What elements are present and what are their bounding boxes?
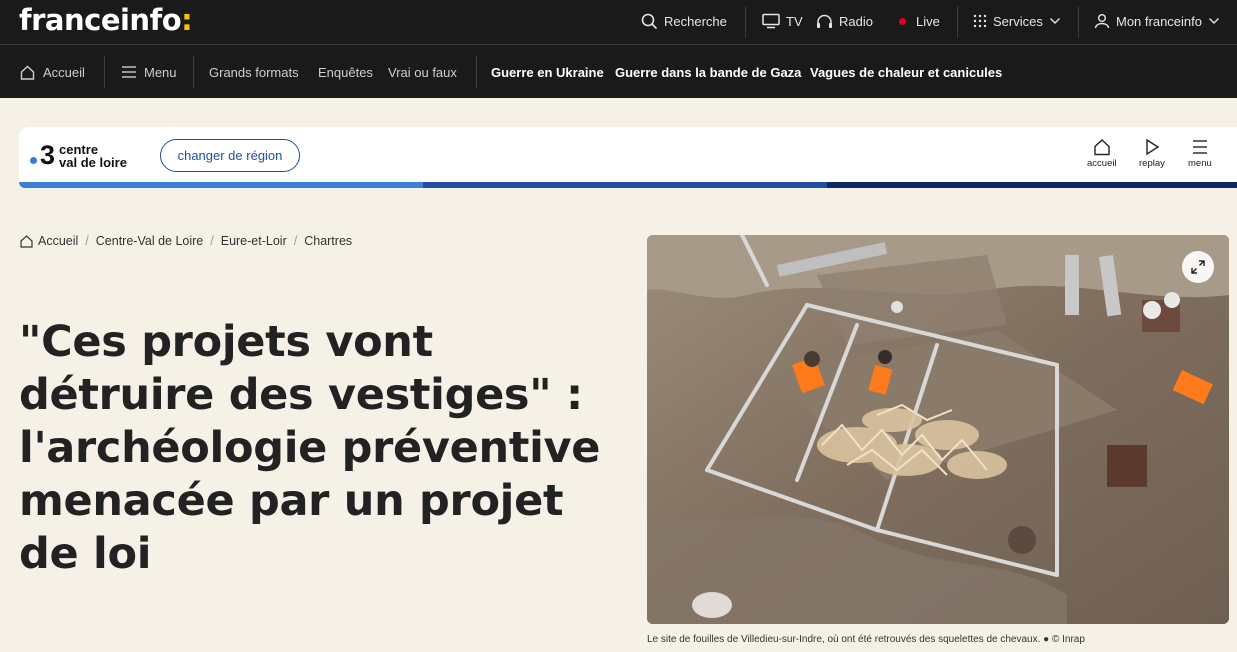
headphones-icon — [817, 14, 832, 28]
region-stripe-medium — [423, 182, 828, 188]
chevron-down-icon — [1049, 18, 1060, 24]
home-icon — [20, 65, 35, 80]
breadcrumb-separator: / — [85, 234, 89, 248]
top-navigation: franceinfo: Recherche TV Radio Live Serv… — [0, 0, 1237, 98]
region-menu-button[interactable]: menu — [1188, 138, 1212, 169]
topic-link-gaza[interactable]: Guerre dans la bande de Gaza — [615, 46, 801, 98]
tv-button[interactable]: TV — [762, 0, 803, 42]
tv-icon — [762, 13, 780, 29]
radio-label: Radio — [839, 13, 873, 29]
grid-icon — [973, 14, 987, 28]
article-photo[interactable] — [647, 235, 1229, 624]
region-stripe-dark — [827, 182, 1237, 188]
divider — [476, 56, 477, 88]
hamburger-icon — [1192, 140, 1207, 154]
expand-icon — [1191, 260, 1205, 274]
region-home-label: accueil — [1087, 158, 1117, 169]
region-menu-label: menu — [1188, 158, 1212, 169]
nav-link-vrai-ou-faux[interactable]: Vrai ou faux — [388, 46, 457, 98]
nav-link-grands-formats[interactable]: Grands formats — [209, 46, 299, 98]
live-button[interactable]: Live — [899, 0, 940, 42]
region-stripe-light — [19, 182, 423, 188]
radio-button[interactable]: Radio — [816, 0, 873, 42]
search-label: Recherche — [664, 13, 727, 29]
account-dropdown[interactable]: Mon franceinfo — [1094, 0, 1220, 42]
services-dropdown[interactable]: Services — [973, 0, 1061, 42]
region-name: centre val de loire — [59, 143, 127, 169]
home-icon — [1094, 139, 1110, 156]
services-label: Services — [993, 13, 1043, 29]
menu-button[interactable]: Menu — [122, 46, 177, 98]
breadcrumb-item[interactable]: Accueil — [38, 234, 78, 248]
menu-label: Menu — [144, 64, 177, 80]
divider — [193, 56, 194, 88]
region-home-button[interactable]: accueil — [1087, 138, 1117, 169]
region-name-line1: centre — [59, 141, 99, 157]
breadcrumb-separator: / — [210, 234, 214, 248]
home-label: Accueil — [43, 64, 85, 80]
region-replay-button[interactable]: replay — [1139, 138, 1165, 169]
account-label: Mon franceinfo — [1116, 13, 1202, 29]
breadcrumb: Accueil / Centre-Val de Loire / Eure-et-… — [20, 234, 352, 248]
franceinfo-logo[interactable]: franceinfo: — [19, 3, 193, 37]
breadcrumb-separator: / — [293, 234, 298, 248]
change-region-button[interactable]: changer de région — [160, 139, 300, 172]
expand-image-button[interactable] — [1182, 251, 1214, 283]
divider — [957, 6, 958, 38]
header-main-row: franceinfo: Recherche TV Radio Live Serv… — [0, 0, 1237, 45]
logo-colon: : — [181, 3, 193, 37]
logo-text: franceinfo — [19, 3, 182, 37]
region-name-line2: val de loire — [59, 154, 127, 170]
excavation-photo-illustration — [647, 235, 1229, 624]
search-button[interactable]: Recherche — [641, 0, 727, 42]
topic-link-ukraine[interactable]: Guerre en Ukraine — [491, 46, 604, 98]
header-secondary-row: Accueil Menu Grands formats Enquêtes Vra… — [0, 46, 1237, 98]
home-link[interactable]: Accueil — [20, 46, 85, 98]
breadcrumb-item[interactable]: Chartres — [304, 234, 352, 248]
tv-label: TV — [786, 13, 803, 29]
article-title: "Ces projets vont détruire des vestiges"… — [19, 317, 601, 579]
page: franceinfo: Recherche TV Radio Live Serv… — [0, 0, 1237, 652]
channel-number: 3 — [40, 140, 56, 170]
divider — [1078, 6, 1079, 38]
divider — [745, 6, 746, 38]
hamburger-icon — [122, 66, 136, 78]
live-label: Live — [916, 13, 940, 29]
live-dot-icon — [899, 17, 906, 25]
divider — [104, 56, 105, 88]
logo-dot-icon — [30, 157, 37, 164]
user-icon — [1094, 14, 1110, 29]
nav-link-enquetes[interactable]: Enquêtes — [318, 46, 373, 98]
home-icon — [20, 234, 33, 248]
chevron-down-icon — [1209, 18, 1219, 24]
play-icon — [1146, 138, 1160, 156]
breadcrumb-item[interactable]: Eure-et-Loir — [221, 234, 287, 248]
region-replay-label: replay — [1139, 158, 1165, 169]
breadcrumb-item[interactable]: Centre-Val de Loire — [96, 234, 203, 248]
search-icon — [641, 13, 658, 29]
france3-region-logo[interactable]: 3 centre val de loire — [30, 142, 127, 169]
photo-caption: Le site de fouilles de Villedieu-sur-Ind… — [647, 634, 1085, 645]
topic-link-canicules[interactable]: Vagues de chaleur et canicules — [810, 46, 1002, 98]
